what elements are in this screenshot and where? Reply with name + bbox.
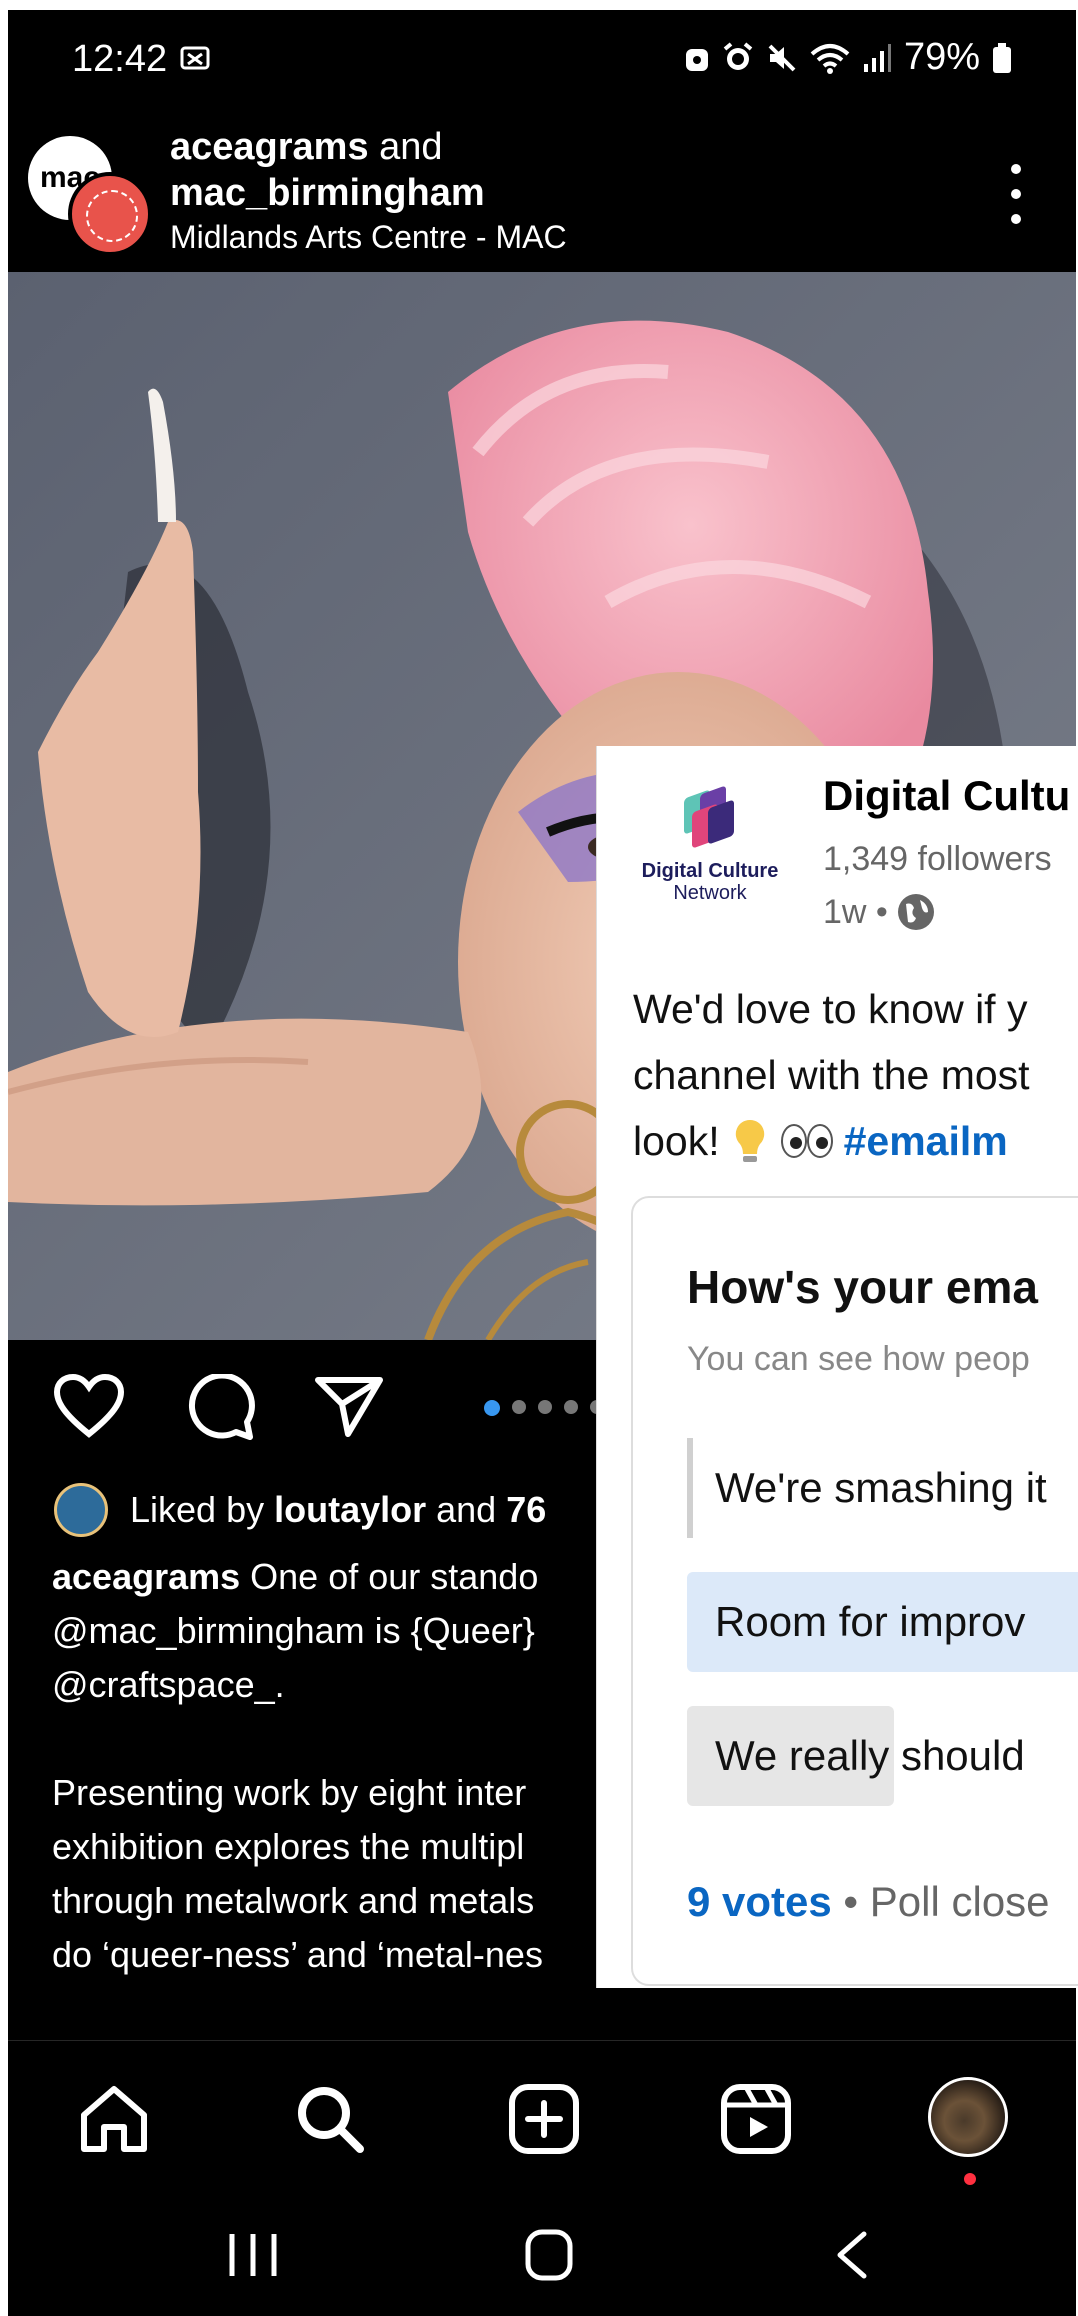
post-age: 1w • — [823, 892, 888, 931]
caption-body: @mac_birmingham is {Queer} @craftspace_.… — [52, 1610, 543, 1975]
logo-mark-icon — [678, 785, 742, 852]
secure-folder-icon — [685, 48, 708, 71]
likes-row[interactable]: Liked by loutaylor and 76 — [54, 1480, 546, 1540]
carousel-dot — [512, 1400, 526, 1414]
post-header: mac aceagrams and mac_birmingham Midland… — [8, 110, 1076, 272]
liker-username[interactable]: loutaylor — [274, 1489, 426, 1530]
recent-apps-icon[interactable] — [226, 2230, 280, 2280]
carousel-dot — [484, 1400, 500, 1416]
avatar-arts-council[interactable] — [68, 172, 152, 256]
poll-status: • Poll close — [831, 1878, 1050, 1925]
carousel-indicator — [484, 1400, 604, 1416]
home-button-icon[interactable] — [524, 2228, 574, 2282]
wifi-icon — [810, 43, 850, 74]
status-time: 12:42 — [72, 38, 168, 80]
create-icon[interactable] — [508, 2083, 580, 2155]
battery-percent: 79% — [903, 36, 980, 78]
status-bar: 12:42 79% — [8, 10, 1076, 110]
poll-option-3[interactable]: We really should — [687, 1706, 1078, 1806]
poll-option-2[interactable]: Room for improv — [687, 1572, 1078, 1672]
digital-culture-network-logo[interactable]: Digital Culture Network — [635, 785, 785, 904]
linkedin-post-overlay: Digital Culture Network Digital Cultu 1,3… — [596, 746, 1078, 1988]
home-icon[interactable] — [78, 2083, 150, 2155]
caption-line1: One of our stando — [240, 1556, 539, 1597]
post-location[interactable]: Midlands Arts Centre - MAC — [170, 216, 567, 258]
more-options-button[interactable] — [1006, 164, 1026, 224]
alarm-icon — [723, 41, 753, 70]
profile-avatar[interactable] — [928, 2077, 1008, 2157]
poll-votes[interactable]: 9 votes — [687, 1878, 832, 1925]
hashtag-link[interactable]: #emailm — [844, 1108, 1008, 1174]
poll-footer: 9 votes • Poll close — [687, 1878, 1050, 1926]
carousel-dot — [564, 1400, 578, 1414]
post-text-line3: look! — [633, 1118, 720, 1164]
collab-avatars[interactable]: mac — [28, 130, 158, 260]
system-navigation — [8, 2190, 1076, 2316]
battery-icon — [993, 42, 1011, 73]
post-text-line1: We'd love to know if y — [633, 986, 1028, 1032]
mute-icon — [768, 44, 796, 71]
logo-line2: Network — [673, 882, 747, 904]
logo-line1: Digital Culture — [641, 860, 779, 882]
share-icon[interactable] — [314, 1374, 384, 1438]
carousel-dot — [538, 1400, 552, 1414]
likes-prefix: Liked by — [130, 1489, 275, 1530]
poll-option-3-label: We really should — [715, 1732, 1025, 1779]
poll-card: How's your ema You can see how peop We'r… — [631, 1196, 1078, 1986]
post-text-line2: channel with the most — [633, 1052, 1030, 1098]
post-text: We'd love to know if y channel with the … — [633, 976, 1078, 1174]
author-mac-birmingham[interactable]: mac_birmingham — [170, 170, 567, 216]
comment-icon[interactable] — [186, 1374, 256, 1440]
signal-icon — [863, 43, 891, 72]
likes-suffix: and — [426, 1489, 507, 1530]
post-time: 1w • — [823, 892, 936, 932]
status-icons: 79% — [684, 36, 1012, 79]
poll-subtitle: You can see how peop — [687, 1340, 1030, 1378]
org-name[interactable]: Digital Cultu — [823, 772, 1070, 820]
author-aceagrams[interactable]: aceagrams — [170, 126, 369, 168]
post-author-block: aceagrams and mac_birmingham Midlands Ar… — [170, 124, 567, 258]
org-followers: 1,349 followers — [823, 840, 1052, 878]
bottom-navigation — [8, 2040, 1076, 2190]
search-icon[interactable] — [294, 2083, 366, 2155]
back-icon[interactable] — [834, 2230, 870, 2280]
heart-icon[interactable] — [54, 1374, 124, 1438]
liker-avatar[interactable] — [54, 1483, 108, 1537]
eyes-icon — [780, 1124, 833, 1158]
lightbulb-icon — [735, 1119, 764, 1162]
author-connector: and — [368, 126, 443, 168]
poll-question: How's your ema — [687, 1261, 1038, 1313]
caption-author[interactable]: aceagrams — [52, 1556, 240, 1597]
poll-option-1[interactable]: We're smashing it — [687, 1438, 1078, 1538]
likes-count[interactable]: 76 — [506, 1489, 546, 1530]
profile-notification-dot — [964, 2173, 976, 2185]
notification-icon — [180, 46, 210, 70]
reels-icon[interactable] — [720, 2083, 792, 2155]
globe-icon — [897, 894, 934, 930]
